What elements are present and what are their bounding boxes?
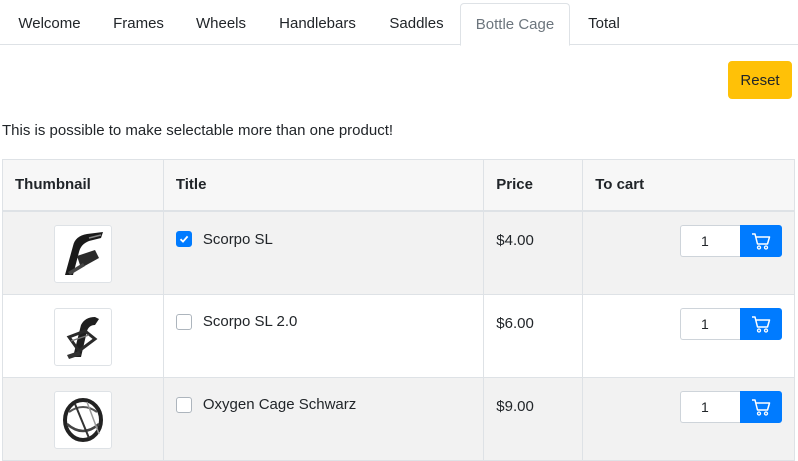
title-cell: Scorpo SL	[162, 210, 485, 295]
title-cell: Scorpo SL 2.0	[162, 293, 485, 378]
product-price: $9.00	[496, 397, 534, 415]
selection-note: This is possible to make selectable more…	[2, 122, 394, 139]
product-price: $4.00	[496, 232, 534, 249]
table-row: Oxygen Cage Schwarz $9.00	[2, 376, 795, 461]
shopping-cart-icon	[752, 233, 771, 250]
header-title: Title	[162, 159, 485, 212]
product-title: Scorpo SL 2.0	[202, 313, 298, 330]
quantity-input[interactable]	[680, 390, 740, 423]
thumbnail-cell	[2, 376, 164, 461]
header-to-cart: To cart	[582, 159, 795, 212]
select-checkbox[interactable]	[175, 396, 192, 413]
shopping-cart-icon	[752, 315, 771, 333]
price-cell: $6.00	[483, 293, 584, 378]
price-cell: $9.00	[483, 376, 584, 461]
tab-saddles[interactable]: Saddles	[373, 3, 460, 45]
product-table: Thumbnail Title Price To cart Scorpo SL …	[2, 159, 795, 461]
quantity-input[interactable]	[680, 225, 740, 257]
to-cart-cell	[582, 376, 795, 461]
tab-total[interactable]: Total	[570, 3, 638, 45]
table-row: Scorpo SL $4.00	[2, 210, 795, 295]
tab-welcome[interactable]: Welcome	[2, 3, 97, 45]
to-cart-cell	[582, 210, 795, 295]
table-row: Scorpo SL 2.0 $6.00	[2, 293, 795, 378]
product-title: Oxygen Cage Schwarz	[202, 396, 357, 413]
bottle-cage-thumbnail	[53, 390, 112, 449]
reset-button[interactable]: Reset	[728, 61, 792, 99]
tab-wheels[interactable]: Wheels	[180, 3, 262, 45]
thumbnail-cell	[2, 293, 164, 378]
tab-bar: Welcome Frames Wheels Handlebars Saddles…	[0, 0, 798, 46]
select-checkbox[interactable]	[175, 313, 192, 330]
tab-bottle-cage[interactable]: Bottle Cage	[460, 3, 570, 46]
bottle-cage-thumbnail	[53, 225, 112, 283]
quantity-input[interactable]	[680, 307, 740, 340]
add-to-cart-button[interactable]	[740, 390, 782, 423]
product-price: $6.00	[496, 314, 534, 332]
add-to-cart-button[interactable]	[740, 307, 782, 340]
product-title: Scorpo SL	[202, 230, 273, 248]
tab-handlebars[interactable]: Handlebars	[262, 3, 373, 45]
add-to-cart-button[interactable]	[740, 225, 782, 257]
checkmark-icon	[179, 235, 189, 243]
to-cart-cell	[582, 293, 795, 378]
title-cell: Oxygen Cage Schwarz	[162, 376, 485, 461]
select-checkbox[interactable]	[175, 231, 192, 247]
tab-frames[interactable]: Frames	[97, 3, 180, 45]
bottle-cage-thumbnail	[53, 307, 112, 366]
price-cell: $4.00	[483, 210, 584, 295]
header-thumbnail: Thumbnail	[2, 159, 164, 212]
shopping-cart-icon	[752, 398, 771, 416]
thumbnail-cell	[2, 210, 164, 295]
header-price: Price	[483, 159, 584, 212]
